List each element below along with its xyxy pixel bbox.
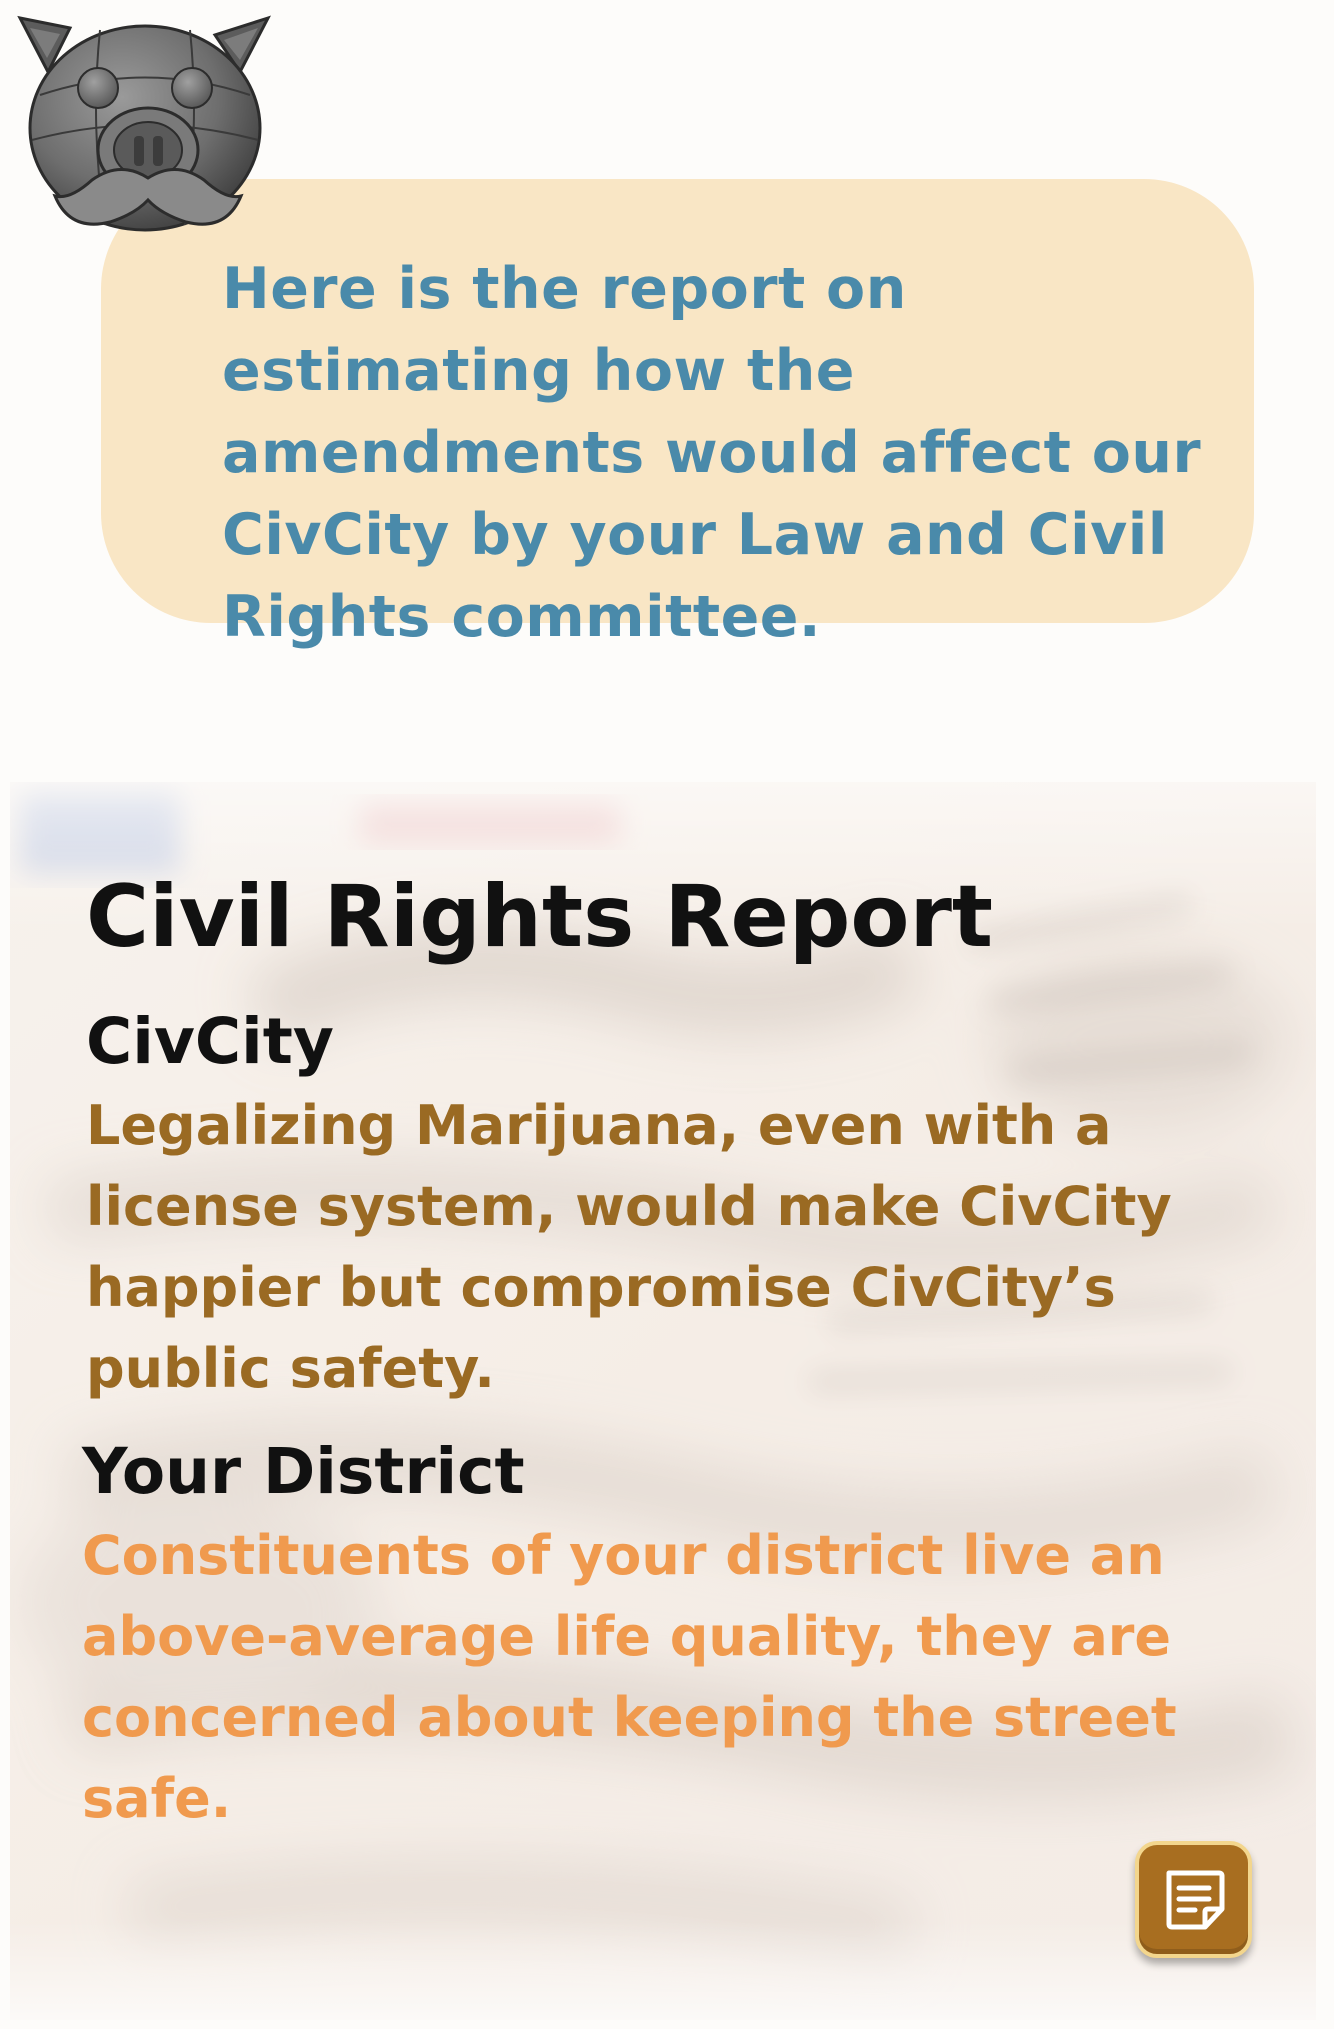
robot-pig-mascot-icon bbox=[17, 15, 272, 232]
section-label-your-district: Your District bbox=[82, 1435, 525, 1508]
note-icon bbox=[1166, 1870, 1225, 1930]
section-body-your-district: Constituents of your district live an ab… bbox=[82, 1524, 1177, 1830]
speech-bubble-text: Here is the report on estimating how the… bbox=[222, 256, 1202, 650]
section-body-civcity: Legalizing Marijuana, even with a licens… bbox=[86, 1094, 1172, 1400]
section-label-civcity: CivCity bbox=[86, 1005, 334, 1078]
report-card: Civil Rights Report CivCity Legalizing M… bbox=[10, 782, 1316, 2020]
notes-button[interactable] bbox=[1135, 1841, 1252, 1958]
report-title: Civil Rights Report bbox=[86, 867, 993, 967]
